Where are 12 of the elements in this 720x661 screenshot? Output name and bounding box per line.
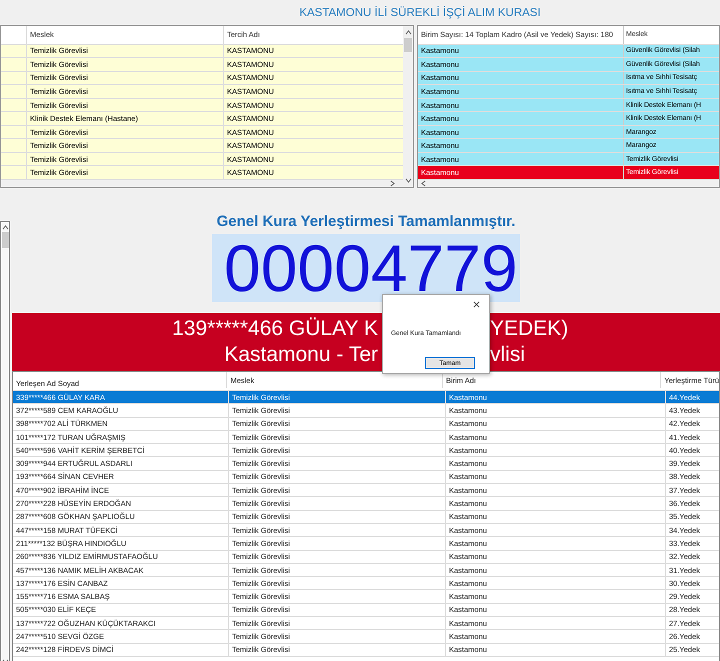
window-title: KASTAMONU İLİ SÜREKLİ İŞÇİ ALIM KURASI xyxy=(299,6,541,18)
close-icon[interactable] xyxy=(473,301,480,308)
scroll-thumb[interactable] xyxy=(404,38,412,52)
banner-text: 139*****466 GÜLAY K xyxy=(171,316,378,342)
status-heading: Genel Kura Yerleştirmesi Tamamlanmıştır. xyxy=(216,213,516,230)
vertical-scrollbar[interactable] xyxy=(403,26,413,187)
scroll-thumb[interactable] xyxy=(2,232,8,248)
vertical-scrollbar[interactable] xyxy=(0,221,10,661)
banner-text: vlisi xyxy=(490,342,525,368)
draw-number: 00004779 xyxy=(212,234,520,302)
banner-text: Kastamonu - Ter xyxy=(223,342,378,368)
banner-text: YEDEK) xyxy=(490,316,568,342)
